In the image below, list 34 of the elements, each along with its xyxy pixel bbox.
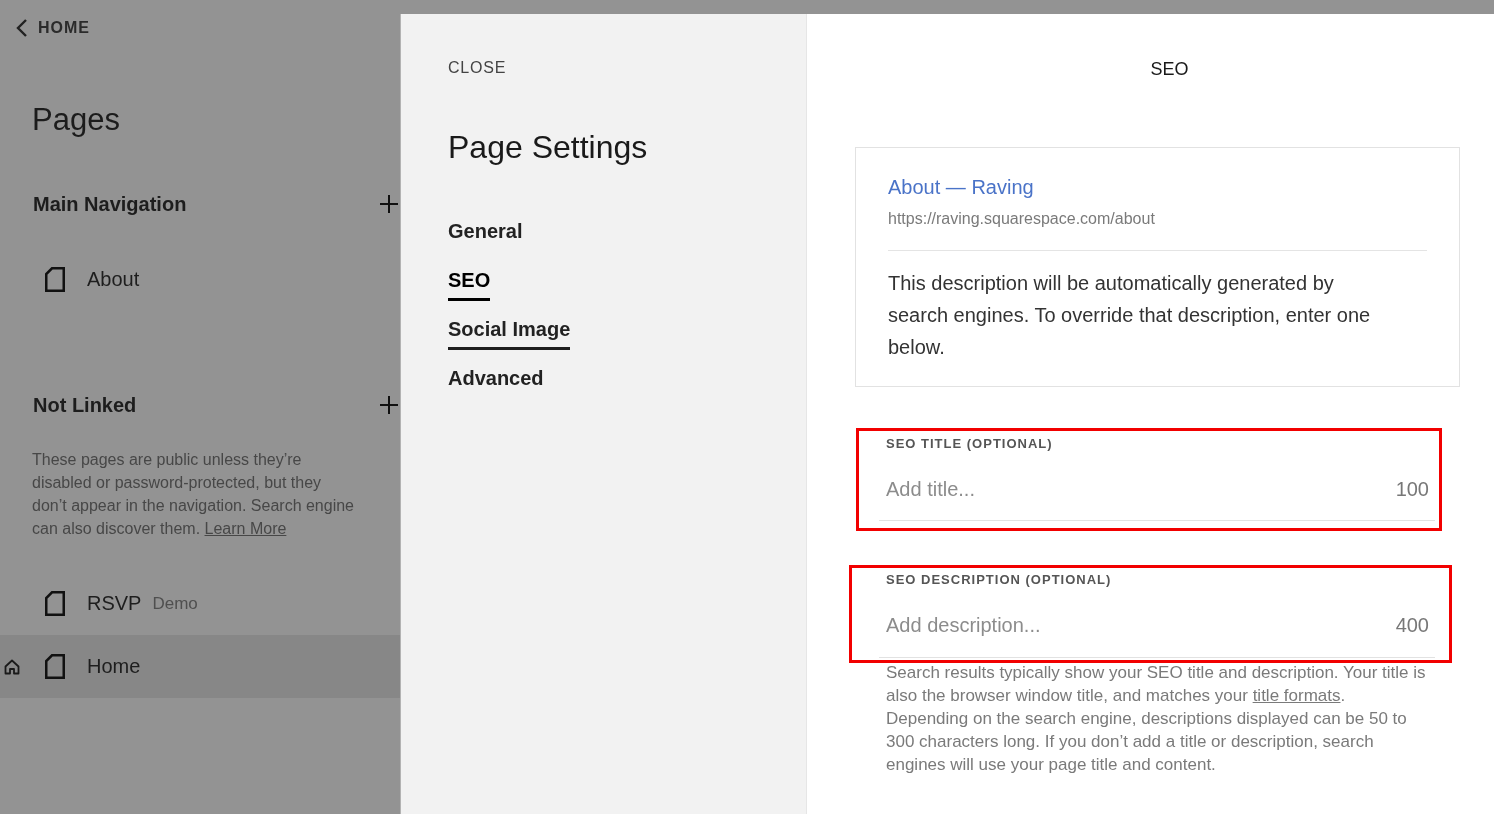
text-link[interactable]: title formats — [1252, 686, 1341, 705]
section-description: These pages are public unless they’re disabled or password-protected, but they don’t appear in the navigation. Search engine can also discover them. Learn More — [32, 450, 355, 539]
section-heading: Main Navigation — [33, 192, 187, 217]
settings-tab[interactable]: Advanced — [448, 365, 544, 399]
settings-tab[interactable]: General — [448, 218, 523, 252]
page-icon — [45, 267, 65, 292]
help-text: Search results typically show your SEO title and description. Your title is also the browser window title, and matches your title formats. Depending on the search engine, descriptions displayed can be 50 to 300 characters long. If you don’t add a title or description, search engines will use your page title and content. — [886, 662, 1427, 776]
page-item[interactable]: Home — [0, 635, 400, 698]
status-label: Demo — [152, 593, 198, 614]
plus-icon[interactable] — [380, 396, 398, 414]
learn-more-link[interactable]: Learn More — [204, 520, 287, 537]
close-button[interactable]: CLOSE — [448, 58, 507, 78]
settings-tab[interactable]: Social Image — [448, 316, 571, 350]
page-item[interactable]: About — [0, 248, 400, 311]
section-heading: Not Linked — [33, 393, 137, 418]
preview-description: This description will be automatically generated by search engines. To override that description, enter one below. — [888, 271, 1372, 360]
settings-tab[interactable]: SEO — [448, 267, 491, 301]
preview-url: https://raving.squarespace.com/about — [888, 209, 1155, 229]
page-item[interactable]: RSVP Demo — [0, 572, 400, 635]
panel-title: SEO — [1150, 59, 1189, 79]
character-count: 400 — [1395, 613, 1429, 638]
preview-title: About — Raving — [888, 175, 1034, 200]
chevron-left-icon — [16, 18, 28, 38]
text-field[interactable]: Add title... — [886, 476, 1396, 502]
character-count: 100 — [1395, 477, 1429, 502]
field-label: SEO TITLE (OPTIONAL) — [886, 436, 1053, 452]
home-link[interactable]: HOME — [16, 18, 90, 38]
page-icon — [45, 591, 65, 616]
text-field[interactable]: Add description... — [886, 612, 1396, 638]
settings-heading: Page Settings — [448, 128, 648, 167]
pages-heading: Pages — [32, 101, 120, 139]
page-icon — [45, 654, 65, 679]
field-label: SEO DESCRIPTION (OPTIONAL) — [886, 572, 1112, 588]
plus-icon[interactable] — [380, 195, 398, 213]
